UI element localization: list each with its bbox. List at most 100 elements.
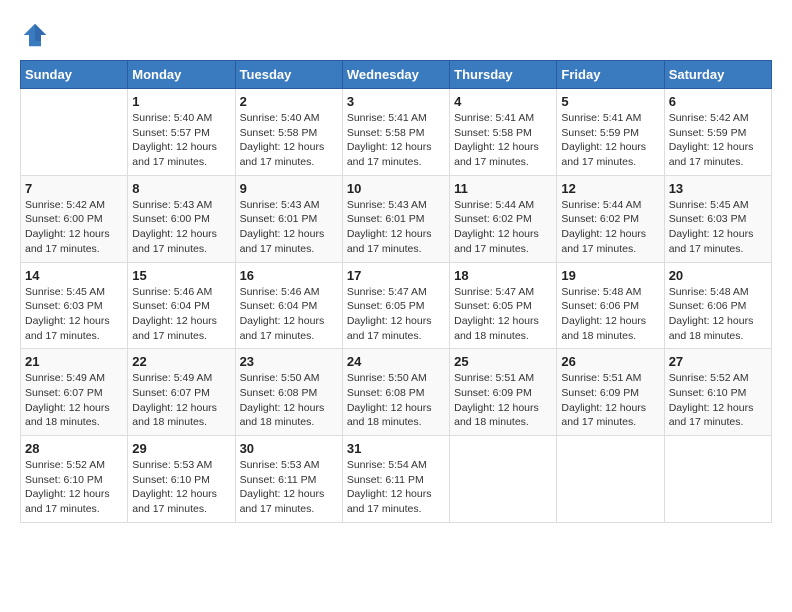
calendar-cell: 14Sunrise: 5:45 AM Sunset: 6:03 PM Dayli… <box>21 262 128 349</box>
weekday-header-row: SundayMondayTuesdayWednesdayThursdayFrid… <box>21 61 772 89</box>
day-info: Sunrise: 5:43 AM Sunset: 6:01 PM Dayligh… <box>347 198 445 257</box>
calendar-cell: 31Sunrise: 5:54 AM Sunset: 6:11 PM Dayli… <box>342 436 449 523</box>
calendar-week-row: 21Sunrise: 5:49 AM Sunset: 6:07 PM Dayli… <box>21 349 772 436</box>
day-number: 3 <box>347 94 445 109</box>
calendar-cell: 27 Sunrise: 5:52 AM Sunset: 6:10 PM Dayli… <box>664 349 771 436</box>
day-number: 13 <box>669 181 767 196</box>
day-info: Sunrise: 5:45 AM Sunset: 6:03 PM Dayligh… <box>669 198 767 257</box>
calendar-cell: 26 Sunrise: 5:51 AM Sunset: 6:09 PM Dayli… <box>557 349 664 436</box>
day-info: Sunrise: 5:49 AM Sunset: 6:07 PM Dayligh… <box>25 371 123 430</box>
day-info: Sunrise: 5:50 AM Sunset: 6:08 PM Dayligh… <box>347 371 445 430</box>
calendar-table: SundayMondayTuesdayWednesdayThursdayFrid… <box>20 60 772 523</box>
day-number: 1 <box>132 94 230 109</box>
calendar-week-row: 1 Sunrise: 5:40 AM Sunset: 5:57 PM Daylig… <box>21 89 772 176</box>
day-info: Sunrise: 5:44 AM Sunset: 6:02 PM Dayligh… <box>561 198 659 257</box>
weekday-header-wednesday: Wednesday <box>342 61 449 89</box>
calendar-cell <box>557 436 664 523</box>
calendar-cell: 11Sunrise: 5:44 AM Sunset: 6:02 PM Dayli… <box>450 175 557 262</box>
calendar-cell: 23 Sunrise: 5:50 AM Sunset: 6:08 PM Dayli… <box>235 349 342 436</box>
day-info: Sunrise: 5:52 AM Sunset: 6:10 PM Dayligh… <box>669 371 767 430</box>
calendar-week-row: 14Sunrise: 5:45 AM Sunset: 6:03 PM Dayli… <box>21 262 772 349</box>
day-number: 18 <box>454 268 552 283</box>
day-number: 16 <box>240 268 338 283</box>
weekday-header-sunday: Sunday <box>21 61 128 89</box>
day-number: 27 <box>669 354 767 369</box>
weekday-header-thursday: Thursday <box>450 61 557 89</box>
calendar-cell <box>450 436 557 523</box>
calendar-cell: 1 Sunrise: 5:40 AM Sunset: 5:57 PM Daylig… <box>128 89 235 176</box>
calendar-cell: 18 Sunrise: 5:47 AM Sunset: 6:05 PM Dayli… <box>450 262 557 349</box>
calendar-cell: 19Sunrise: 5:48 AM Sunset: 6:06 PM Dayli… <box>557 262 664 349</box>
day-number: 20 <box>669 268 767 283</box>
day-number: 30 <box>240 441 338 456</box>
calendar-week-row: 28 Sunrise: 5:52 AM Sunset: 6:10 PM Dayli… <box>21 436 772 523</box>
calendar-cell: 12 Sunrise: 5:44 AM Sunset: 6:02 PM Dayli… <box>557 175 664 262</box>
day-number: 7 <box>25 181 123 196</box>
calendar-cell: 16 Sunrise: 5:46 AM Sunset: 6:04 PM Dayli… <box>235 262 342 349</box>
calendar-cell: 7 Sunrise: 5:42 AM Sunset: 6:00 PM Daylig… <box>21 175 128 262</box>
calendar-cell <box>664 436 771 523</box>
day-number: 22 <box>132 354 230 369</box>
day-number: 9 <box>240 181 338 196</box>
calendar-week-row: 7 Sunrise: 5:42 AM Sunset: 6:00 PM Daylig… <box>21 175 772 262</box>
day-info: Sunrise: 5:51 AM Sunset: 6:09 PM Dayligh… <box>561 371 659 430</box>
calendar-cell: 8Sunrise: 5:43 AM Sunset: 6:00 PM Daylig… <box>128 175 235 262</box>
day-number: 14 <box>25 268 123 283</box>
calendar-cell: 17Sunrise: 5:47 AM Sunset: 6:05 PM Dayli… <box>342 262 449 349</box>
day-info: Sunrise: 5:50 AM Sunset: 6:08 PM Dayligh… <box>240 371 338 430</box>
day-info: Sunrise: 5:48 AM Sunset: 6:06 PM Dayligh… <box>669 285 767 344</box>
day-number: 28 <box>25 441 123 456</box>
day-number: 29 <box>132 441 230 456</box>
day-number: 24 <box>347 354 445 369</box>
day-number: 19 <box>561 268 659 283</box>
calendar-cell: 25Sunrise: 5:51 AM Sunset: 6:09 PM Dayli… <box>450 349 557 436</box>
page-header <box>20 20 772 50</box>
calendar-cell: 3 Sunrise: 5:41 AM Sunset: 5:58 PM Daylig… <box>342 89 449 176</box>
calendar-cell: 21Sunrise: 5:49 AM Sunset: 6:07 PM Dayli… <box>21 349 128 436</box>
calendar-cell <box>21 89 128 176</box>
weekday-header-tuesday: Tuesday <box>235 61 342 89</box>
calendar-cell: 9 Sunrise: 5:43 AM Sunset: 6:01 PM Daylig… <box>235 175 342 262</box>
weekday-header-saturday: Saturday <box>664 61 771 89</box>
calendar-cell: 15 Sunrise: 5:46 AM Sunset: 6:04 PM Dayli… <box>128 262 235 349</box>
day-number: 31 <box>347 441 445 456</box>
day-info: Sunrise: 5:46 AM Sunset: 6:04 PM Dayligh… <box>132 285 230 344</box>
day-info: Sunrise: 5:43 AM Sunset: 6:01 PM Dayligh… <box>240 198 338 257</box>
calendar-cell: 2 Sunrise: 5:40 AM Sunset: 5:58 PM Daylig… <box>235 89 342 176</box>
day-info: Sunrise: 5:40 AM Sunset: 5:57 PM Dayligh… <box>132 111 230 170</box>
calendar-cell: 10 Sunrise: 5:43 AM Sunset: 6:01 PM Dayli… <box>342 175 449 262</box>
weekday-header-friday: Friday <box>557 61 664 89</box>
calendar-cell: 4 Sunrise: 5:41 AM Sunset: 5:58 PM Daylig… <box>450 89 557 176</box>
day-info: Sunrise: 5:42 AM Sunset: 6:00 PM Dayligh… <box>25 198 123 257</box>
calendar-cell: 30 Sunrise: 5:53 AM Sunset: 6:11 PM Dayli… <box>235 436 342 523</box>
day-info: Sunrise: 5:41 AM Sunset: 5:58 PM Dayligh… <box>454 111 552 170</box>
calendar-cell: 22Sunrise: 5:49 AM Sunset: 6:07 PM Dayli… <box>128 349 235 436</box>
day-number: 8 <box>132 181 230 196</box>
calendar-body: 1 Sunrise: 5:40 AM Sunset: 5:57 PM Daylig… <box>21 89 772 523</box>
calendar-header: SundayMondayTuesdayWednesdayThursdayFrid… <box>21 61 772 89</box>
day-number: 17 <box>347 268 445 283</box>
day-number: 10 <box>347 181 445 196</box>
day-number: 4 <box>454 94 552 109</box>
day-info: Sunrise: 5:44 AM Sunset: 6:02 PM Dayligh… <box>454 198 552 257</box>
calendar-cell: 24 Sunrise: 5:50 AM Sunset: 6:08 PM Dayli… <box>342 349 449 436</box>
calendar-cell: 20 Sunrise: 5:48 AM Sunset: 6:06 PM Dayli… <box>664 262 771 349</box>
day-info: Sunrise: 5:47 AM Sunset: 6:05 PM Dayligh… <box>454 285 552 344</box>
day-number: 23 <box>240 354 338 369</box>
day-info: Sunrise: 5:41 AM Sunset: 5:58 PM Dayligh… <box>347 111 445 170</box>
day-info: Sunrise: 5:53 AM Sunset: 6:11 PM Dayligh… <box>240 458 338 517</box>
day-info: Sunrise: 5:52 AM Sunset: 6:10 PM Dayligh… <box>25 458 123 517</box>
day-number: 26 <box>561 354 659 369</box>
day-info: Sunrise: 5:51 AM Sunset: 6:09 PM Dayligh… <box>454 371 552 430</box>
calendar-cell: 13 Sunrise: 5:45 AM Sunset: 6:03 PM Dayli… <box>664 175 771 262</box>
day-number: 5 <box>561 94 659 109</box>
day-info: Sunrise: 5:40 AM Sunset: 5:58 PM Dayligh… <box>240 111 338 170</box>
logo <box>20 20 54 50</box>
day-number: 15 <box>132 268 230 283</box>
day-number: 2 <box>240 94 338 109</box>
day-info: Sunrise: 5:53 AM Sunset: 6:10 PM Dayligh… <box>132 458 230 517</box>
day-number: 12 <box>561 181 659 196</box>
day-info: Sunrise: 5:46 AM Sunset: 6:04 PM Dayligh… <box>240 285 338 344</box>
logo-icon <box>20 20 50 50</box>
calendar-cell: 6Sunrise: 5:42 AM Sunset: 5:59 PM Daylig… <box>664 89 771 176</box>
